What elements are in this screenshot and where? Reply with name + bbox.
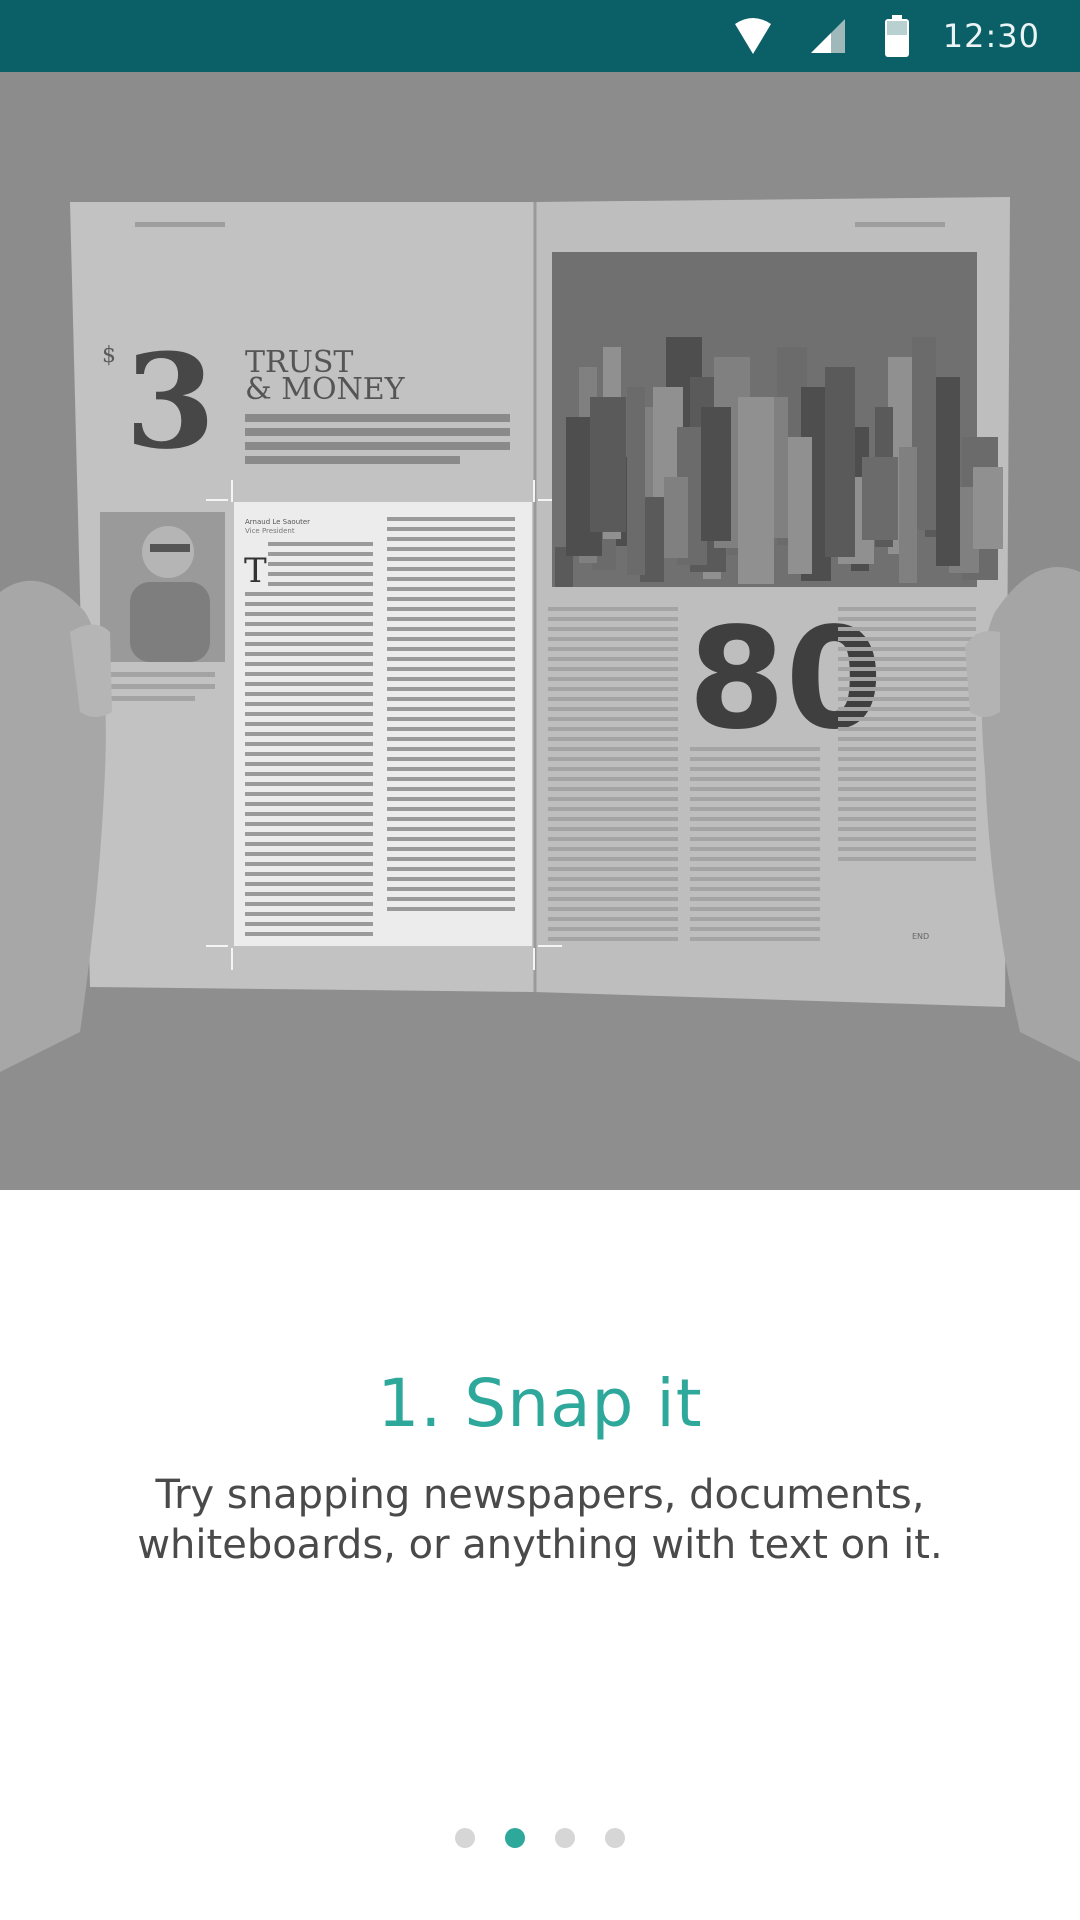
onboarding-description: Try snapping newspapers, documents, whit… bbox=[137, 1472, 943, 1568]
battery-icon bbox=[883, 15, 911, 57]
page-dot-3[interactable] bbox=[555, 1828, 575, 1848]
hero-illustration: $ 3 TRUST & MONEY Arnaud Le Saouter Vice… bbox=[0, 72, 1080, 1190]
page-number-big: 3 bbox=[125, 325, 215, 478]
currency-mark: $ bbox=[102, 343, 116, 368]
cell-signal-icon bbox=[809, 17, 847, 55]
page-indicator bbox=[0, 1828, 1080, 1852]
headline-line2: & MONEY bbox=[245, 372, 406, 407]
status-bar: 12:30 bbox=[0, 0, 1080, 72]
page-dot-1[interactable] bbox=[455, 1828, 475, 1848]
page-dot-4[interactable] bbox=[605, 1828, 625, 1848]
svg-text:Vice President: Vice President bbox=[245, 527, 295, 535]
wifi-icon bbox=[733, 16, 773, 56]
onboarding-title: 1. Snap it bbox=[377, 1365, 703, 1442]
status-time: 12:30 bbox=[942, 17, 1040, 55]
svg-text:Arnaud Le Saouter: Arnaud Le Saouter bbox=[245, 518, 310, 526]
page-dot-2[interactable] bbox=[505, 1828, 525, 1848]
svg-text:T: T bbox=[244, 551, 267, 591]
svg-text:END: END bbox=[912, 932, 929, 941]
